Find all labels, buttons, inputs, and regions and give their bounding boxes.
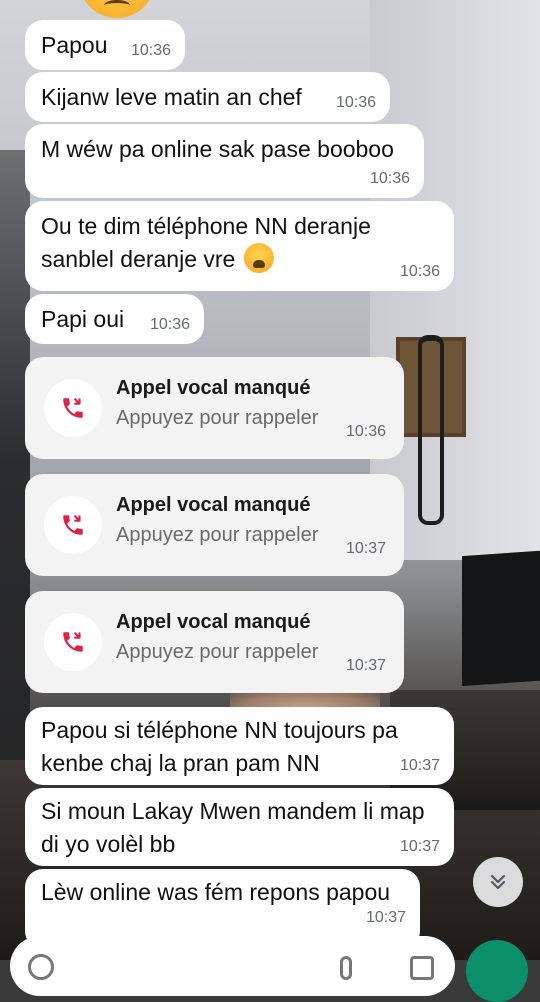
call-time: 10:36: [345, 423, 386, 440]
mic-button[interactable]: [466, 940, 528, 1002]
call-title: Appel vocal manqué: [116, 377, 311, 399]
message-bubble[interactable]: Kijanw leve matin an chef 10:36: [25, 72, 390, 122]
emoji-icon[interactable]: [28, 954, 54, 980]
message-text-line-2: di yo volèl bb: [41, 831, 176, 857]
message-bubble[interactable]: M wéw pa online sak pase booboo 10:36: [25, 124, 424, 198]
scroll-to-bottom-button[interactable]: [473, 857, 523, 907]
message-time: 10:36: [335, 94, 376, 111]
message-text-line-2: kenbe chaj la pran pam NN: [41, 750, 320, 776]
call-subtitle: Appuyez pour rappeler: [116, 641, 319, 663]
message-text-line-1: Ou te dim téléphone NN deranje: [41, 213, 371, 239]
call-subtitle: Appuyez pour rappeler: [116, 524, 319, 546]
message-text-line-2: sanblel deranje vre: [41, 243, 454, 276]
double-chevron-down-icon: [490, 874, 506, 890]
call-title: Appel vocal manqué: [116, 611, 311, 633]
message-bubble[interactable]: Papou 10:36: [25, 20, 185, 70]
message-text: Lèw online was fém repons papou: [41, 879, 391, 905]
missed-call-card[interactable]: Appel vocal manqué Appuyez pour rappeler…: [25, 591, 404, 693]
missed-call-card[interactable]: Appel vocal manqué Appuyez pour rappeler…: [25, 357, 404, 459]
message-text: Kijanw leve matin an chef: [41, 84, 302, 110]
call-subtitle: Appuyez pour rappeler: [116, 407, 319, 429]
call-time: 10:37: [345, 540, 386, 557]
message-time: 10:36: [369, 170, 410, 187]
message-bubble[interactable]: Papou si téléphone NN toujours pa kenbe …: [25, 707, 454, 785]
message-bubble[interactable]: Ou te dim téléphone NN deranje sanblel d…: [25, 201, 454, 291]
message-time: 10:37: [399, 757, 440, 774]
message-time: 10:37: [399, 838, 440, 855]
message-time: 10:36: [130, 42, 171, 59]
message-text-line-2-text: sanblel deranje vre: [41, 246, 236, 272]
message-text-line-1: Papou si téléphone NN toujours pa: [41, 717, 398, 743]
message-text: Papou: [41, 32, 108, 58]
message-time: 10:36: [149, 316, 190, 333]
message-text: Papi oui: [41, 306, 125, 332]
message-time: 10:36: [399, 263, 440, 280]
missed-call-icon: [44, 613, 102, 671]
message-text: M wéw pa online sak pase booboo: [41, 136, 394, 162]
call-title: Appel vocal manqué: [116, 494, 311, 516]
call-time: 10:37: [345, 657, 386, 674]
message-bubble[interactable]: Si moun Lakay Mwen mandem li map di yo v…: [25, 788, 454, 866]
message-time: 10:37: [365, 909, 406, 926]
message-text-line-1: Si moun Lakay Mwen mandem li map: [41, 798, 425, 824]
missed-call-card[interactable]: Appel vocal manqué Appuyez pour rappeler…: [25, 474, 404, 576]
missed-call-icon: [44, 496, 102, 554]
weary-face-emoji: [243, 243, 274, 273]
missed-call-icon: [44, 379, 102, 437]
message-bubble[interactable]: Papi oui 10:36: [25, 294, 204, 344]
message-input-bar[interactable]: [10, 936, 455, 996]
